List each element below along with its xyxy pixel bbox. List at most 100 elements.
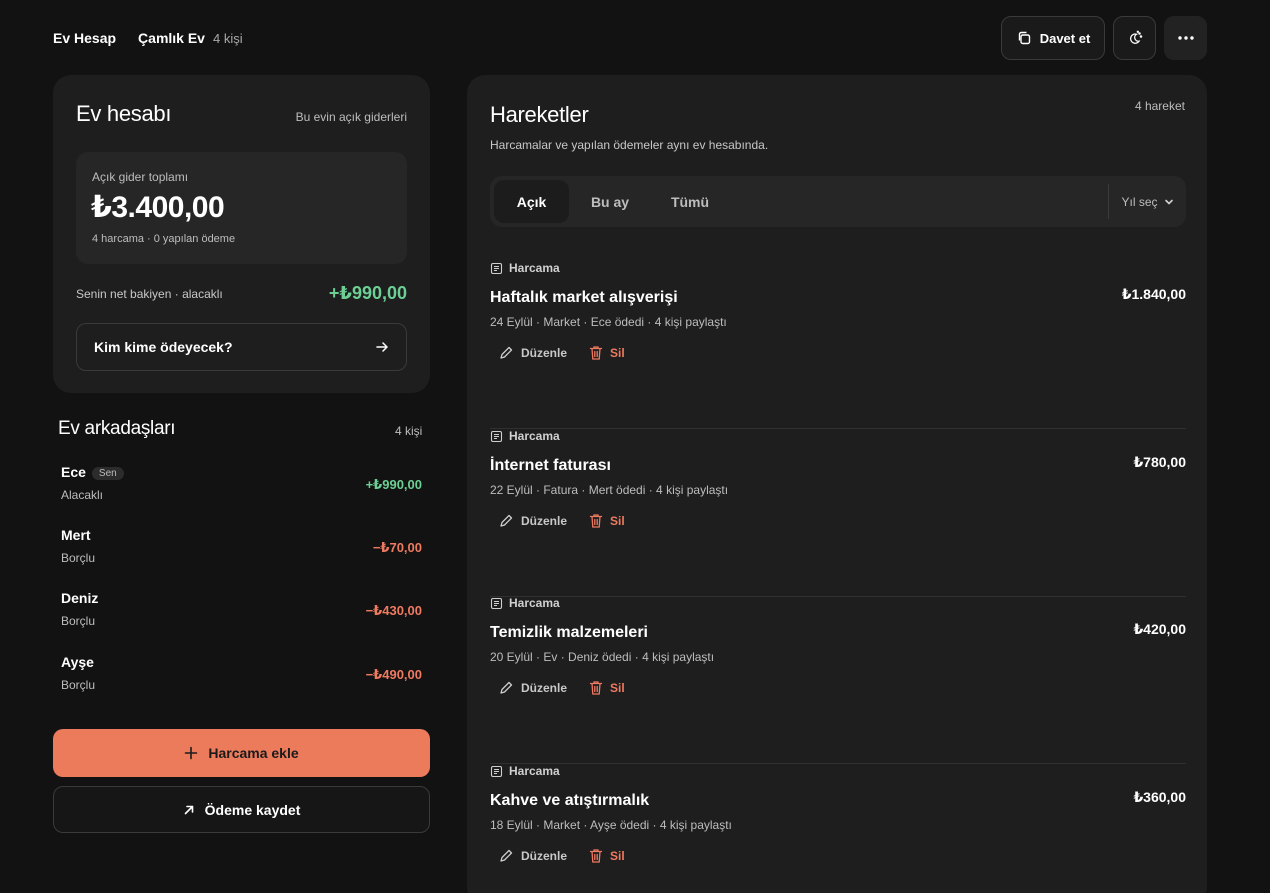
transaction-amount: ₺360,00 bbox=[1133, 789, 1186, 805]
transaction-meta: 22 Eylül · Fatura · Mert ödedi · 4 kişi … bbox=[490, 483, 729, 497]
who-pays-whom-button[interactable]: Kim kime ödeyecek? bbox=[76, 323, 407, 371]
transaction-item[interactable]: Harcama Temizlik malzemeleri 20 Eylül · … bbox=[490, 596, 1186, 764]
edit-button[interactable]: Düzenle bbox=[498, 848, 567, 864]
roommate-name: Ece bbox=[61, 464, 86, 480]
copy-icon bbox=[1016, 30, 1032, 46]
transaction-amount: ₺1.840,00 bbox=[1121, 286, 1186, 302]
summary-title: Ev hesabı bbox=[76, 101, 172, 126]
roommate-status: Alacaklı bbox=[61, 488, 104, 502]
trash-icon bbox=[589, 680, 603, 696]
house-member-count: 4 kişi bbox=[212, 30, 243, 46]
transactions-title: Hareketler bbox=[490, 102, 589, 127]
house-name[interactable]: Çamlık Ev bbox=[138, 30, 205, 46]
delete-button[interactable]: Sil bbox=[589, 513, 625, 529]
transaction-item[interactable]: Harcama Kahve ve atıştırmalık 18 Eylül ·… bbox=[490, 764, 1186, 893]
plus-icon bbox=[184, 746, 198, 760]
transaction-actions: Düzenle Sil bbox=[498, 680, 625, 696]
transaction-kind-label: Harcama bbox=[509, 261, 560, 275]
delete-button[interactable]: Sil bbox=[589, 848, 625, 864]
theme-toggle-icon bbox=[1127, 30, 1143, 46]
app-brand[interactable]: Ev Hesap bbox=[53, 30, 116, 46]
tab-open[interactable]: Açık bbox=[494, 180, 569, 223]
delete-label: Sil bbox=[610, 346, 625, 360]
edit-button[interactable]: Düzenle bbox=[498, 513, 567, 529]
delete-label: Sil bbox=[610, 849, 625, 863]
self-badge: Sen bbox=[91, 467, 124, 480]
pencil-icon bbox=[498, 848, 514, 864]
transaction-item[interactable]: Harcama Haftalık market alışverişi 24 Ey… bbox=[490, 261, 1186, 429]
transaction-name: Haftalık market alışverişi bbox=[490, 289, 678, 306]
roommate-item[interactable]: Ayşe Borçlu −₺490,00 bbox=[61, 654, 422, 704]
chevron-down-icon bbox=[1164, 197, 1174, 207]
more-dots-icon bbox=[1177, 35, 1195, 41]
roommate-balance: +₺990,00 bbox=[365, 477, 422, 492]
transaction-meta: 18 Eylül · Market · Ayşe ödedi · 4 kişi … bbox=[490, 818, 732, 832]
edit-label: Düzenle bbox=[521, 514, 568, 528]
top-bar: Ev Hesap Çamlık Ev 4 kişi Davet et bbox=[53, 16, 1207, 60]
receipt-icon bbox=[490, 430, 503, 443]
total-value: ₺3.400,00 bbox=[91, 191, 225, 224]
roommate-item[interactable]: Ece Sen Alacaklı +₺990,00 bbox=[61, 464, 422, 514]
house-summary-card: Ev hesabı Bu evin açık giderleri Açık gi… bbox=[53, 75, 430, 393]
tab-all[interactable]: Tümü bbox=[656, 180, 724, 223]
receipt-icon bbox=[490, 765, 503, 778]
filter-tabs: Açık Bu ay Tümü Yıl seç bbox=[490, 176, 1186, 227]
transaction-kind-label: Harcama bbox=[509, 764, 560, 778]
trash-icon bbox=[589, 513, 603, 529]
transaction-kind: Harcama bbox=[490, 261, 560, 275]
pencil-icon bbox=[498, 345, 514, 361]
year-select[interactable]: Yıl seç bbox=[1108, 184, 1186, 219]
edit-button[interactable]: Düzenle bbox=[498, 680, 567, 696]
net-balance-value: +₺990,00 bbox=[328, 283, 407, 303]
transaction-name: Temizlik malzemeleri bbox=[490, 624, 648, 641]
delete-button[interactable]: Sil bbox=[589, 345, 625, 361]
roommate-name-row: Ayşe bbox=[61, 654, 94, 670]
roommate-item[interactable]: Deniz Borçlu −₺430,00 bbox=[61, 590, 422, 640]
roommates-title: Ev arkadaşları bbox=[58, 418, 176, 439]
tab-this-month[interactable]: Bu ay bbox=[576, 180, 644, 223]
transaction-amount: ₺780,00 bbox=[1133, 454, 1186, 470]
arrow-up-right-icon bbox=[183, 804, 195, 816]
roommate-name-row: Deniz bbox=[61, 590, 98, 606]
roommates-count: 4 kişi bbox=[395, 424, 423, 438]
transaction-name: Kahve ve atıştırmalık bbox=[490, 792, 650, 809]
net-balance-label: Senin net bakiyen · alacaklı bbox=[76, 287, 223, 301]
total-label: Açık gider toplamı bbox=[92, 170, 189, 184]
arrow-right-icon bbox=[375, 340, 389, 354]
summary-subtitle: Bu evin açık giderleri bbox=[295, 110, 407, 124]
trash-icon bbox=[589, 848, 603, 864]
edit-label: Düzenle bbox=[521, 681, 568, 695]
transactions-panel: Hareketler 4 hareket Harcamalar ve yapıl… bbox=[467, 75, 1207, 893]
record-payment-label: Ödeme kaydet bbox=[204, 801, 301, 818]
pencil-icon bbox=[498, 680, 514, 696]
transaction-meta: 20 Eylül · Ev · Deniz ödedi · 4 kişi pay… bbox=[490, 650, 715, 664]
more-options-button[interactable] bbox=[1164, 16, 1207, 60]
roommate-name: Deniz bbox=[61, 590, 99, 606]
delete-button[interactable]: Sil bbox=[589, 680, 625, 696]
invite-button[interactable]: Davet et bbox=[1001, 16, 1105, 60]
add-expense-button[interactable]: Harcama ekle bbox=[53, 729, 430, 777]
transaction-item[interactable]: Harcama İnternet faturası 22 Eylül · Fat… bbox=[490, 429, 1186, 597]
roommate-balance: −₺70,00 bbox=[372, 540, 422, 555]
transaction-actions: Düzenle Sil bbox=[498, 513, 625, 529]
delete-label: Sil bbox=[610, 514, 625, 528]
transaction-amount: ₺420,00 bbox=[1133, 621, 1186, 637]
edit-button[interactable]: Düzenle bbox=[498, 345, 567, 361]
transactions-subtitle: Harcamalar ve yapılan ödemeler aynı ev h… bbox=[490, 138, 769, 152]
transaction-actions: Düzenle Sil bbox=[498, 848, 625, 864]
theme-toggle-button[interactable] bbox=[1113, 16, 1156, 60]
transaction-kind-label: Harcama bbox=[509, 596, 560, 610]
transaction-meta: 24 Eylül · Market · Ece ödedi · 4 kişi p… bbox=[490, 315, 727, 329]
trash-icon bbox=[589, 345, 603, 361]
record-payment-button[interactable]: Ödeme kaydet bbox=[53, 786, 430, 833]
transaction-kind: Harcama bbox=[490, 596, 560, 610]
who-pays-label: Kim kime ödeyecek? bbox=[94, 339, 233, 355]
transaction-kind: Harcama bbox=[490, 429, 560, 443]
transaction-actions: Düzenle Sil bbox=[498, 345, 625, 361]
delete-label: Sil bbox=[610, 681, 625, 695]
roommate-name-row: Ece Sen bbox=[61, 464, 124, 480]
receipt-icon bbox=[490, 597, 503, 610]
transaction-name: İnternet faturası bbox=[490, 457, 611, 474]
total-meta: 4 harcama · 0 yapılan ödeme bbox=[92, 233, 236, 245]
roommate-item[interactable]: Mert Borçlu −₺70,00 bbox=[61, 527, 422, 577]
